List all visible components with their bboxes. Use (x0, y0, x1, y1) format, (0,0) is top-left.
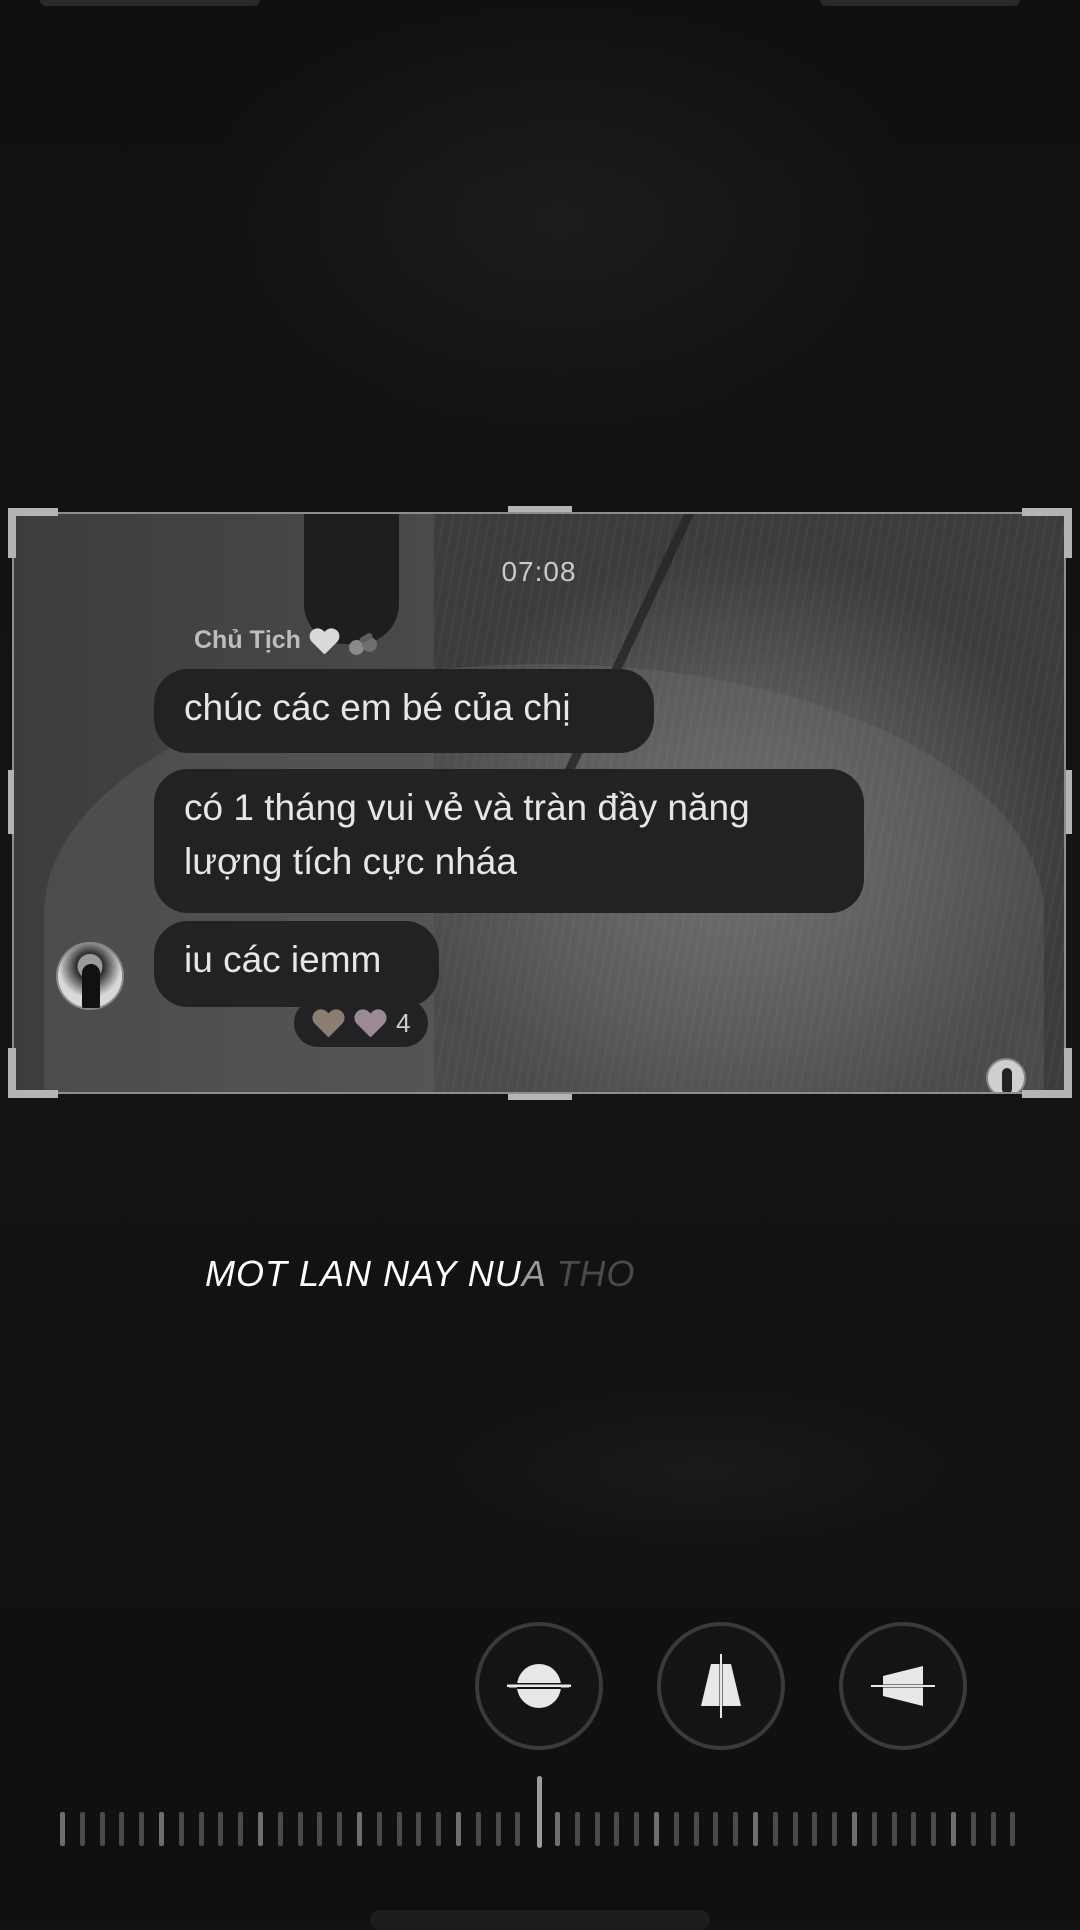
crop-handle-bottom[interactable] (508, 1094, 572, 1100)
ruler-tick (931, 1812, 937, 1846)
read-receipt-avatar (986, 1058, 1026, 1092)
lyrics-upcoming: THO (556, 1253, 636, 1294)
ruler-tick (258, 1812, 263, 1846)
ruler-tick (772, 1812, 778, 1846)
reaction-count: 4 (396, 1007, 411, 1038)
ruler-tick (812, 1812, 818, 1846)
top-left-pill (40, 0, 260, 6)
vertical-perspective-icon (701, 1654, 741, 1718)
ruler-tick (634, 1812, 640, 1846)
ruler-tick (673, 1812, 679, 1846)
crop-area[interactable]: 07:08 Chủ Tịch chúc các em bé của chị có… (12, 512, 1066, 1094)
ruler-tick (297, 1812, 303, 1846)
ruler-tick (891, 1812, 897, 1846)
ruler-tick (871, 1812, 877, 1846)
ruler-tick (317, 1812, 323, 1846)
ruler-tick (495, 1812, 501, 1846)
ruler-tick (376, 1812, 382, 1846)
horizontal-perspective-icon (871, 1666, 935, 1706)
ruler-tick (911, 1812, 917, 1846)
lyrics-caption: MOT LAN NAY NUA THO (205, 1253, 635, 1295)
ruler-tick (832, 1812, 838, 1846)
ruler-tick (79, 1812, 85, 1846)
ruler-tick (515, 1812, 521, 1846)
straighten-icon (507, 1664, 571, 1708)
vertical-perspective-button[interactable] (657, 1622, 785, 1750)
crop-handle-top-left[interactable] (8, 508, 58, 558)
ruler-tick (594, 1812, 600, 1846)
pink-heart-icon (354, 1008, 386, 1038)
ruler-tick (792, 1812, 798, 1846)
horizontal-perspective-button[interactable] (839, 1622, 967, 1750)
ruler-tick (614, 1812, 620, 1846)
ruler-tick (733, 1812, 739, 1846)
message-bubble: chúc các em bé của chị (154, 669, 654, 753)
ruler-tick (852, 1812, 857, 1846)
white-heart-icon (309, 627, 339, 655)
ruler-tick (99, 1812, 105, 1846)
crop-handle-left[interactable] (8, 770, 14, 834)
lyrics-sung: MOT LAN NAY NU (205, 1253, 522, 1294)
lyrics-current: A (521, 1253, 546, 1294)
ruler-tick (990, 1812, 996, 1846)
ruler-tick (396, 1812, 402, 1846)
brown-heart-icon (312, 1008, 344, 1038)
straighten-button[interactable] (475, 1622, 603, 1750)
ruler-tick (119, 1812, 125, 1846)
crop-handle-top-right[interactable] (1022, 508, 1072, 558)
ruler-tick (337, 1812, 343, 1846)
ruler-tick (555, 1812, 560, 1846)
sender-avatar (56, 942, 124, 1010)
ruler-tick (574, 1812, 580, 1846)
ruler-tick (218, 1812, 224, 1846)
ruler-tick (951, 1812, 956, 1846)
ruler-tick (416, 1812, 422, 1846)
ruler-tick (159, 1812, 164, 1846)
ruler-tick (436, 1812, 442, 1846)
crop-handle-right[interactable] (1066, 770, 1072, 834)
ruler-tick (1010, 1812, 1016, 1846)
ruler-tick (178, 1812, 184, 1846)
ruler-tick (277, 1812, 283, 1846)
ruler-tick (456, 1812, 461, 1846)
crop-handle-top[interactable] (508, 506, 572, 512)
ruler-tick (753, 1812, 758, 1846)
ruler-tick (654, 1812, 659, 1846)
crop-handle-bottom-right[interactable] (1022, 1048, 1072, 1098)
ruler-tick (139, 1812, 145, 1846)
ruler-indicator (537, 1776, 542, 1848)
top-right-pill (820, 0, 1020, 6)
cherry-icon (347, 627, 379, 655)
ruler-tick (693, 1812, 699, 1846)
ruler-tick (357, 1812, 362, 1846)
ruler-tick (198, 1812, 204, 1846)
message-bubble: có 1 tháng vui vẻ và tràn đầy năng lượng… (154, 769, 864, 913)
reaction-badge: 4 (294, 999, 429, 1047)
ruler-tick (970, 1812, 976, 1846)
chat-timestamp: 07:08 (501, 556, 577, 587)
ruler-tick (713, 1812, 719, 1846)
crop-handle-bottom-left[interactable] (8, 1048, 58, 1098)
ruler-tick (60, 1812, 65, 1846)
ruler-tick (238, 1812, 244, 1846)
ruler-tick (475, 1812, 481, 1846)
message-bubble: iu các iemm (154, 921, 439, 1007)
home-indicator (370, 1910, 710, 1930)
sender-name-row: Chủ Tịch (194, 626, 379, 655)
sender-name: Chủ Tịch (194, 626, 301, 654)
